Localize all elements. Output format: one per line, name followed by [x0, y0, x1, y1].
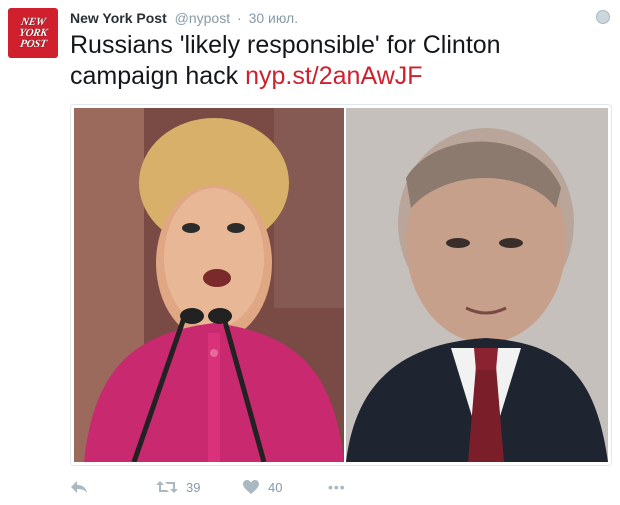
- tweet-text: Russians 'likely responsible' for Clinto…: [70, 30, 600, 92]
- media-container[interactable]: [70, 104, 612, 466]
- tweet-date[interactable]: 30 июл.: [249, 10, 299, 26]
- retweet-button[interactable]: 39: [156, 475, 200, 499]
- avatar[interactable]: NEW YORK POST: [8, 8, 58, 58]
- photo-hillary-clinton-at-podium-icon: [74, 108, 344, 462]
- tweet-actions: 39 40 •••: [70, 475, 470, 501]
- retweet-icon: [156, 481, 178, 493]
- heart-icon: [243, 480, 259, 494]
- more-icon: •••: [328, 479, 346, 495]
- more-button[interactable]: •••: [328, 475, 346, 499]
- tweet-link[interactable]: nyp.st/2anAwJF: [245, 62, 422, 90]
- avatar-text-line-2: YORK: [17, 26, 49, 39]
- account-name[interactable]: New York Post: [70, 10, 167, 26]
- like-button[interactable]: 40: [242, 475, 282, 499]
- avatar-text-line-3: POST: [18, 37, 48, 50]
- photo-right[interactable]: [346, 108, 608, 462]
- retweet-count: 39: [186, 479, 201, 495]
- header-separator: ·: [237, 10, 242, 26]
- photo-left[interactable]: [74, 108, 344, 462]
- reply-button[interactable]: [70, 475, 88, 499]
- tweet-header: New York Post @nypost · 30 июл.: [70, 10, 298, 26]
- like-count: 40: [268, 479, 283, 495]
- account-handle[interactable]: @nypost: [175, 10, 230, 26]
- photo-vladimir-putin-icon: [346, 108, 608, 462]
- reply-icon: [71, 481, 87, 493]
- avatar-text-line-1: NEW: [19, 15, 47, 28]
- tweet-menu-icon[interactable]: [596, 10, 610, 24]
